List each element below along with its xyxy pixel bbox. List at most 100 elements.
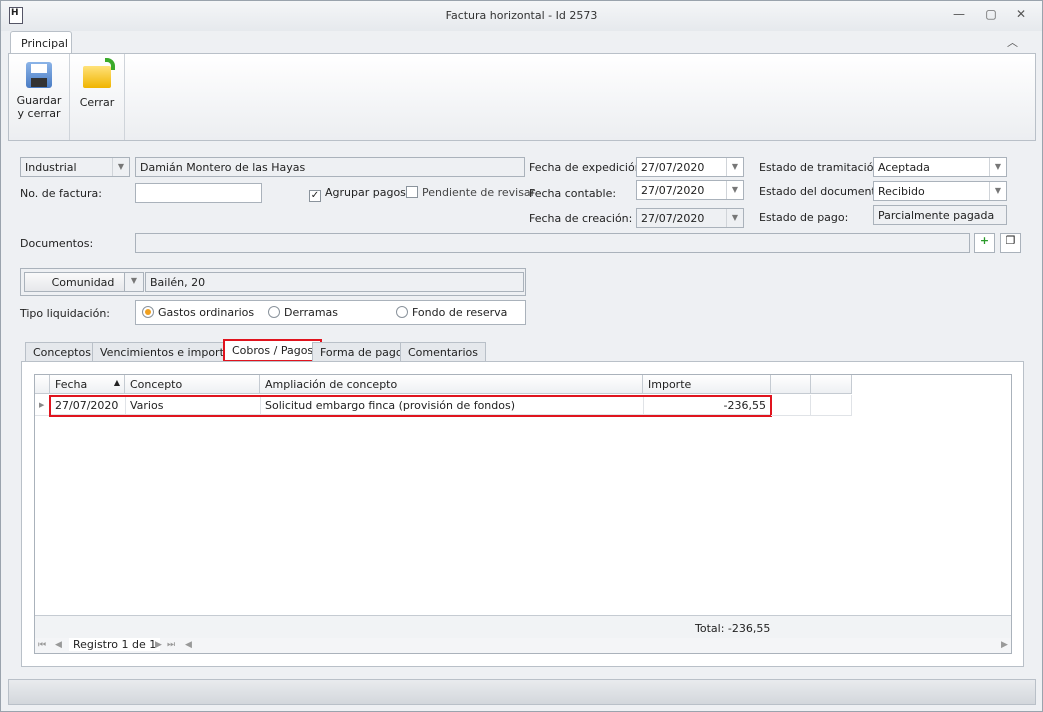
save-label: Guardar	[16, 94, 62, 107]
column-header-empty[interactable]	[771, 375, 811, 394]
checkbox-icon	[406, 186, 418, 198]
row-indicator-header	[35, 375, 50, 394]
tab-cobros-pagos[interactable]: Cobros / Pagos	[223, 339, 323, 362]
comunidad-dropdown[interactable]: ▼	[124, 272, 144, 292]
radio-label: Gastos ordinarios	[158, 306, 255, 319]
fecha-cont-label: Fecha contable:	[529, 187, 617, 200]
radio-icon	[268, 306, 280, 318]
last-record-icon[interactable]: ⏭	[167, 640, 175, 650]
agrupar-label: Agrupar pagos	[325, 186, 406, 199]
radio-gastos-ordinarios[interactable]: Gastos ordinarios	[142, 306, 254, 319]
ribbon: Guardar y cerrar Cerrar	[8, 53, 1036, 141]
comunidad-group: Comunidad ▼ Bailén, 20	[20, 268, 526, 296]
cell-ampliacion: Solicitud embargo finca (provisión de fo…	[261, 397, 644, 415]
chevron-down-icon[interactable]: ▼	[726, 181, 743, 199]
fecha-crea-input[interactable]: 27/07/2020 ▼	[636, 208, 744, 228]
fecha-cont-value: 27/07/2020	[641, 184, 705, 197]
tab-comentarios[interactable]: Comentarios	[400, 342, 486, 362]
copy-document-button[interactable]: ❐	[1000, 233, 1021, 253]
fecha-exp-label: Fecha de expedición:	[529, 161, 646, 174]
scroll-right-icon[interactable]: ▶	[1001, 640, 1008, 650]
chevron-down-icon: ▼	[130, 276, 138, 285]
cell-concepto: Varios	[126, 397, 261, 415]
table-row[interactable]: 27/07/2020 Varios Solicitud embargo finc…	[49, 395, 772, 417]
tipo-liq-radio-group: Gastos ordinarios Derramas Fondo de rese…	[135, 300, 526, 325]
documentos-label: Documentos:	[20, 237, 94, 250]
header-label: Fecha	[55, 378, 88, 391]
fecha-cont-input[interactable]: 27/07/2020 ▼	[636, 180, 744, 200]
maximize-button[interactable]: ▢	[981, 7, 1001, 23]
fecha-exp-input[interactable]: 27/07/2020 ▼	[636, 157, 744, 177]
tab-forma-pago[interactable]: Forma de pago	[312, 342, 411, 362]
scroll-left-icon[interactable]: ◀	[185, 640, 192, 650]
first-record-icon[interactable]: ⏮	[38, 640, 46, 650]
save-close-button[interactable]: Guardar y cerrar	[9, 54, 70, 140]
copy-icon: ❐	[1005, 234, 1016, 247]
chevron-down-icon: ▼	[989, 158, 1006, 176]
radio-label: Fondo de reserva	[412, 306, 508, 319]
title-bar: H Factura horizontal - Id 2573 — ▢ ✕	[1, 1, 1042, 31]
estado-doc-value: Recibido	[878, 185, 925, 198]
next-record-icon[interactable]: ▶	[155, 640, 162, 650]
invoice-window: H Factura horizontal - Id 2573 — ▢ ✕ Pri…	[0, 0, 1043, 712]
comunidad-label: Comunidad	[51, 276, 115, 289]
column-header-ampliacion[interactable]: Ampliación de concepto	[260, 375, 643, 394]
tab-panel: Fecha ▲ Concepto Ampliación de concepto I…	[21, 361, 1024, 667]
tipo-liq-label: Tipo liquidación:	[20, 307, 111, 320]
chevron-down-icon[interactable]: ▼	[726, 209, 743, 227]
estado-doc-select[interactable]: Recibido ▼	[873, 181, 1007, 201]
collapse-ribbon-icon[interactable]: ︿	[1007, 34, 1018, 50]
estado-pago-field: Parcialmente pagada	[873, 205, 1007, 225]
cell-fecha: 27/07/2020	[51, 397, 126, 415]
chevron-down-icon: ▼	[989, 182, 1006, 200]
radio-label: Derramas	[284, 306, 339, 319]
close-button[interactable]: ✕	[1011, 7, 1031, 23]
sort-ascending-icon: ▲	[113, 378, 120, 387]
comunidad-field[interactable]: Bailén, 20	[145, 272, 524, 292]
no-factura-input[interactable]	[135, 183, 262, 203]
nombre-field[interactable]: Damián Montero de las Hayas	[135, 157, 525, 177]
pendiente-checkbox[interactable]: Pendiente de revisar	[406, 186, 535, 199]
chevron-down-icon: ▼	[112, 158, 129, 176]
window-title: Factura horizontal - Id 2573	[445, 9, 598, 22]
radio-icon	[396, 306, 408, 318]
folder-icon	[83, 58, 115, 88]
estado-tram-select[interactable]: Aceptada ▼	[873, 157, 1007, 177]
tipo-value: Industrial	[25, 161, 77, 174]
minimize-button[interactable]: —	[949, 7, 969, 23]
no-factura-label: No. de factura:	[20, 187, 102, 200]
floppy-disk-icon	[26, 62, 52, 88]
radio-derramas[interactable]: Derramas	[268, 306, 338, 319]
navigator-bar: ⏮ ◀ Registro 1 de 1 ▶ ⏭ ◀ ▶	[35, 638, 1011, 653]
cell-empty	[811, 395, 852, 416]
ribbon-tab-principal[interactable]: Principal	[10, 31, 72, 54]
column-header-fecha[interactable]: Fecha ▲	[50, 375, 125, 394]
close-label: Cerrar	[79, 96, 115, 109]
chevron-down-icon[interactable]: ▼	[726, 158, 743, 176]
fecha-crea-value: 27/07/2020	[641, 212, 705, 225]
tipo-select[interactable]: Industrial ▼	[20, 157, 130, 177]
column-header-concepto[interactable]: Concepto	[125, 375, 260, 394]
previous-record-icon[interactable]: ◀	[55, 640, 62, 650]
close-form-button[interactable]: Cerrar	[70, 54, 125, 140]
total-label: Total: -236,55	[695, 622, 771, 635]
column-header-empty[interactable]	[811, 375, 852, 394]
documentos-field[interactable]	[135, 233, 970, 253]
row-pointer-icon: ▶	[35, 395, 50, 416]
cell-empty	[771, 395, 811, 416]
estado-pago-label: Estado de pago:	[759, 211, 849, 224]
tab-vencimientos[interactable]: Vencimientos e importes	[92, 342, 245, 362]
cell-importe: -236,55	[644, 397, 770, 415]
footer-row: Total: -236,55	[35, 616, 1011, 638]
checkbox-checked-icon: ✓	[309, 190, 321, 202]
column-header-importe[interactable]: Importe	[643, 375, 771, 394]
add-document-icon: +	[979, 234, 990, 247]
estado-tram-label: Estado de tramitación:	[759, 161, 885, 174]
payments-grid: Fecha ▲ Concepto Ampliación de concepto I…	[34, 374, 1012, 654]
estado-tram-value: Aceptada	[878, 161, 930, 174]
agrupar-pagos-checkbox[interactable]: ✓ Agrupar pagos	[309, 186, 406, 202]
radio-fondo-reserva[interactable]: Fondo de reserva	[396, 306, 507, 319]
add-document-button[interactable]: +	[974, 233, 995, 253]
tab-conceptos[interactable]: Conceptos	[25, 342, 99, 362]
save-label-2: y cerrar	[17, 107, 61, 120]
